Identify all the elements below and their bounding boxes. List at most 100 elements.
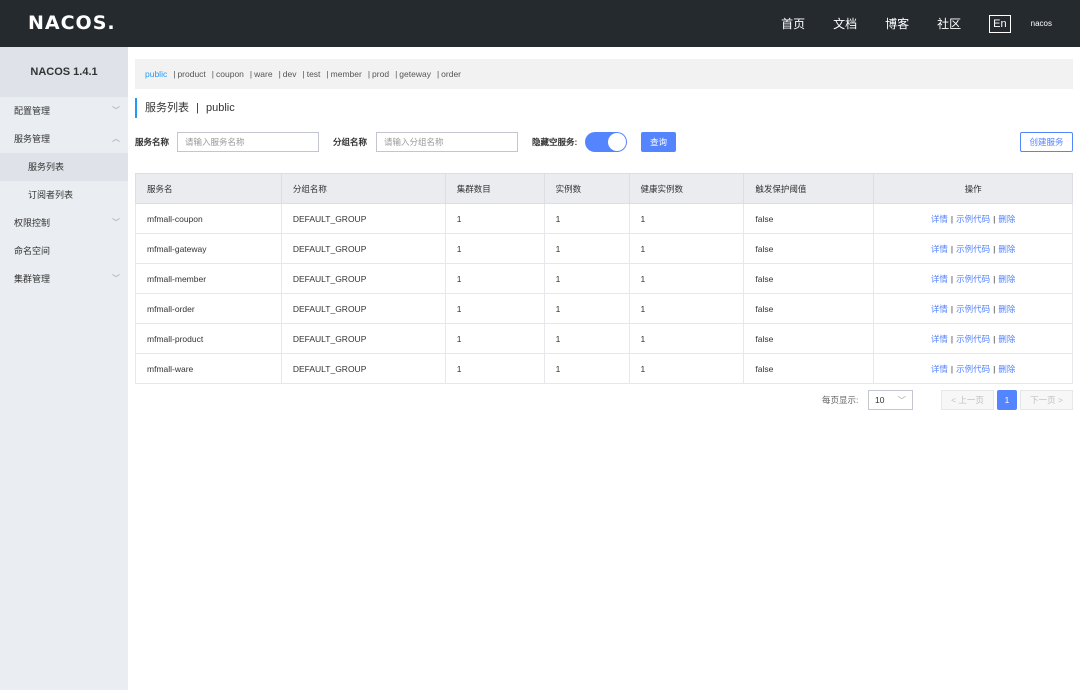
cell-service-name: mfmall-ware xyxy=(135,353,282,384)
col-cluster-count: 集群数目 xyxy=(444,173,545,204)
sidebar-item-cluster[interactable]: 集群管理 ﹀ xyxy=(0,265,128,293)
top-nav: 首页 文档 博客 社区 En nacos xyxy=(781,0,1080,47)
page-size-select[interactable]: 10 ﹀ xyxy=(868,390,913,410)
col-group-name: 分组名称 xyxy=(280,173,446,204)
sidebar-item-label: 订阅者列表 xyxy=(28,190,74,200)
chevron-down-icon: ﹀ xyxy=(897,395,906,405)
detail-link[interactable]: 详情 xyxy=(931,244,948,254)
create-service-button[interactable]: 创建服务 xyxy=(1020,132,1073,152)
namespace-test[interactable]: test xyxy=(307,69,321,79)
cell-group-name: DEFAULT_GROUP xyxy=(280,323,446,354)
namespace-order[interactable]: order xyxy=(441,69,461,79)
namespace-dev[interactable]: dev xyxy=(283,69,297,79)
table-row: mfmall-gateway DEFAULT_GROUP 1 1 1 false 详情 | 示例… xyxy=(135,233,1073,264)
cell-healthy-count: 1 xyxy=(628,353,745,384)
page-1-button[interactable]: 1 xyxy=(997,390,1017,410)
detail-link[interactable]: 详情 xyxy=(931,304,948,314)
hide-empty-toggle[interactable] xyxy=(585,132,627,152)
sidebar-item-label: 命名空间 xyxy=(14,246,51,256)
cell-group-name: DEFAULT_GROUP xyxy=(280,203,446,234)
delete-link[interactable]: 删除 xyxy=(998,274,1015,284)
namespace-prod[interactable]: prod xyxy=(372,69,389,79)
cell-operations: 详情 | 示例代码 | 删除 xyxy=(873,233,1073,264)
page-title-namespace: public xyxy=(205,102,235,114)
nav-docs[interactable]: 文档 xyxy=(833,15,857,32)
cell-instance-count: 1 xyxy=(543,233,630,264)
table-row: mfmall-order DEFAULT_GROUP 1 1 1 false 详情 | 示例代码… xyxy=(135,293,1073,324)
cell-operations: 详情 | 示例代码 | 删除 xyxy=(873,203,1073,234)
namespace-bar: public | product | coupon | ware | dev | test… xyxy=(135,59,1073,89)
cell-healthy-count: 1 xyxy=(628,203,745,234)
namespace-coupon[interactable]: coupon xyxy=(216,69,244,79)
namespace-public[interactable]: public xyxy=(145,69,167,79)
top-bar: NACOS. 首页 文档 博客 社区 En nacos xyxy=(0,0,1080,47)
cell-group-name: DEFAULT_GROUP xyxy=(280,263,446,294)
sample-code-link[interactable]: 示例代码 xyxy=(956,334,990,344)
nacos-logo[interactable]: NACOS. xyxy=(28,12,116,34)
sidebar-item-label: 集群管理 xyxy=(14,274,51,284)
nav-community[interactable]: 社区 xyxy=(937,15,961,32)
cell-instance-count: 1 xyxy=(543,323,630,354)
language-toggle[interactable]: En xyxy=(989,14,1011,33)
page-size-label: 每页显示: xyxy=(822,395,859,405)
user-name[interactable]: nacos xyxy=(1031,19,1052,28)
query-button[interactable]: 查询 xyxy=(641,132,676,152)
sample-code-link[interactable]: 示例代码 xyxy=(956,304,990,314)
service-name-input[interactable]: 请输入服务名称 xyxy=(177,132,319,152)
sidebar-item-auth[interactable]: 权限控制 ﹀ xyxy=(0,209,128,237)
sidebar-item-service-list[interactable]: 服务列表 xyxy=(0,153,128,181)
sidebar-item-subscribers[interactable]: 订阅者列表 xyxy=(0,181,128,209)
detail-link[interactable]: 详情 xyxy=(931,214,948,224)
namespace-product[interactable]: product xyxy=(177,69,205,79)
sidebar-item-service[interactable]: 服务管理 ︿ xyxy=(0,125,128,153)
cell-instance-count: 1 xyxy=(543,353,630,384)
cell-healthy-count: 1 xyxy=(628,323,745,354)
detail-link[interactable]: 详情 xyxy=(931,274,948,284)
cell-cluster-count: 1 xyxy=(444,233,545,264)
delete-link[interactable]: 删除 xyxy=(998,334,1015,344)
cell-cluster-count: 1 xyxy=(444,353,545,384)
cell-protect-threshold: false xyxy=(743,263,875,294)
nav-home[interactable]: 首页 xyxy=(781,15,805,32)
nav-blog[interactable]: 博客 xyxy=(885,15,909,32)
version-label: NACOS 1.4.1 xyxy=(0,47,128,97)
chevron-up-icon: ︿ xyxy=(112,134,120,143)
filter-bar: 服务名称 请输入服务名称 分组名称 请输入分组名称 隐藏空服务: 查询 创建服务 xyxy=(135,132,1073,152)
chevron-down-icon: ﹀ xyxy=(112,106,120,115)
detail-link[interactable]: 详情 xyxy=(931,334,948,344)
delete-link[interactable]: 删除 xyxy=(998,364,1015,374)
namespace-member[interactable]: member xyxy=(331,69,362,79)
pagination: 每页显示: 10 ﹀ < 上一页 1 下一页 > xyxy=(0,390,1080,410)
sidebar-item-namespace[interactable]: 命名空间 xyxy=(0,237,128,265)
cell-cluster-count: 1 xyxy=(444,263,545,294)
cell-protect-threshold: false xyxy=(743,203,875,234)
sample-code-link[interactable]: 示例代码 xyxy=(956,364,990,374)
cell-operations: 详情 | 示例代码 | 删除 xyxy=(873,293,1073,324)
next-page-button[interactable]: 下一页 > xyxy=(1020,390,1073,410)
cell-healthy-count: 1 xyxy=(628,263,745,294)
detail-link[interactable]: 详情 xyxy=(931,364,948,374)
cell-group-name: DEFAULT_GROUP xyxy=(280,233,446,264)
chevron-down-icon: ﹀ xyxy=(112,218,120,227)
cell-operations: 详情 | 示例代码 | 删除 xyxy=(873,353,1073,384)
delete-link[interactable]: 删除 xyxy=(998,244,1015,254)
sample-code-link[interactable]: 示例代码 xyxy=(956,244,990,254)
cell-service-name: mfmall-order xyxy=(135,293,282,324)
cell-cluster-count: 1 xyxy=(444,323,545,354)
namespace-geteway[interactable]: geteway xyxy=(399,69,431,79)
toggle-knob xyxy=(608,133,626,151)
prev-page-button[interactable]: < 上一页 xyxy=(941,390,994,410)
table-row: mfmall-member DEFAULT_GROUP 1 1 1 false 详情 | 示例代… xyxy=(135,263,1073,294)
namespace-ware[interactable]: ware xyxy=(254,69,272,79)
group-name-input[interactable]: 请输入分组名称 xyxy=(376,132,518,152)
delete-link[interactable]: 删除 xyxy=(998,214,1015,224)
sample-code-link[interactable]: 示例代码 xyxy=(956,214,990,224)
cell-healthy-count: 1 xyxy=(628,293,745,324)
sidebar-item-config[interactable]: 配置管理 ﹀ xyxy=(0,97,128,125)
sample-code-link[interactable]: 示例代码 xyxy=(956,274,990,284)
title-separator: | xyxy=(196,102,199,114)
page-title-text: 服务列表 xyxy=(145,102,189,114)
cell-service-name: mfmall-product xyxy=(135,323,282,354)
sidebar: NACOS 1.4.1 配置管理 ﹀ 服务管理 ︿ 服务列表 订阅者列表 权限控… xyxy=(0,47,128,690)
delete-link[interactable]: 删除 xyxy=(998,304,1015,314)
